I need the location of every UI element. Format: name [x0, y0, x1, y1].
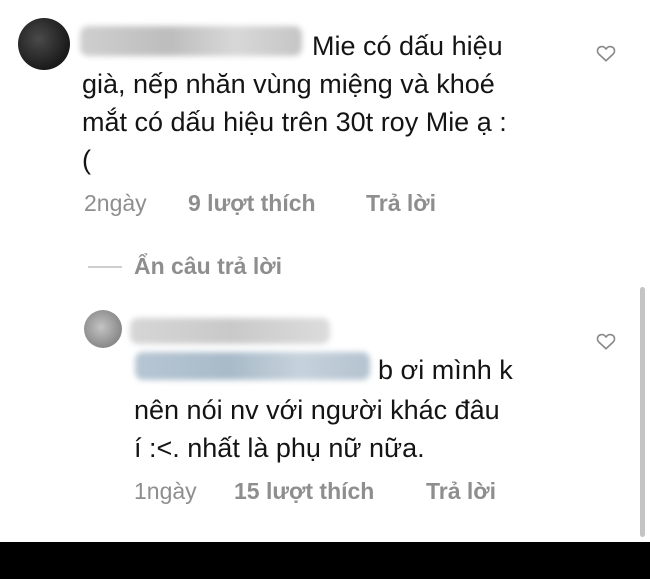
comment-text-line: Mie có dấu hiệu [312, 31, 503, 61]
reply-text-line: í :<. nhất là phụ nữ nữa. [134, 433, 425, 463]
reply-button[interactable]: Trả lời [366, 190, 436, 217]
blurred-username[interactable] [80, 26, 302, 56]
divider [88, 266, 122, 268]
blurred-username[interactable] [130, 318, 330, 344]
reply-time: 1ngày [134, 478, 197, 504]
like-count[interactable]: 15 lượt thích [234, 478, 374, 505]
bottom-bar [0, 542, 650, 579]
comment-text-line: mắt có dấu hiệu trên 30t roy Mie ạ : [82, 107, 507, 137]
reply-text-line: b ơi mình k [378, 355, 513, 385]
blurred-mention[interactable] [135, 352, 370, 380]
like-count[interactable]: 9 lượt thích [188, 190, 316, 217]
comment-thread: Mie có dấu hiệu già, nếp nhăn vùng miệng… [0, 0, 650, 542]
comment-text-line: già, nếp nhăn vùng miệng và khoé [82, 69, 495, 99]
comment-text-line: ( [82, 145, 91, 175]
avatar[interactable] [18, 18, 70, 70]
heart-icon[interactable] [596, 44, 616, 62]
scrollbar[interactable] [640, 287, 645, 537]
hide-replies-button[interactable]: Ẩn câu trả lời [134, 253, 282, 280]
reply-button[interactable]: Trả lời [426, 478, 496, 505]
reply-text-line: nên nói nv với người khác đâu [134, 395, 500, 425]
comment-time: 2ngày [84, 190, 147, 216]
avatar[interactable] [84, 310, 122, 348]
heart-icon[interactable] [596, 332, 616, 350]
